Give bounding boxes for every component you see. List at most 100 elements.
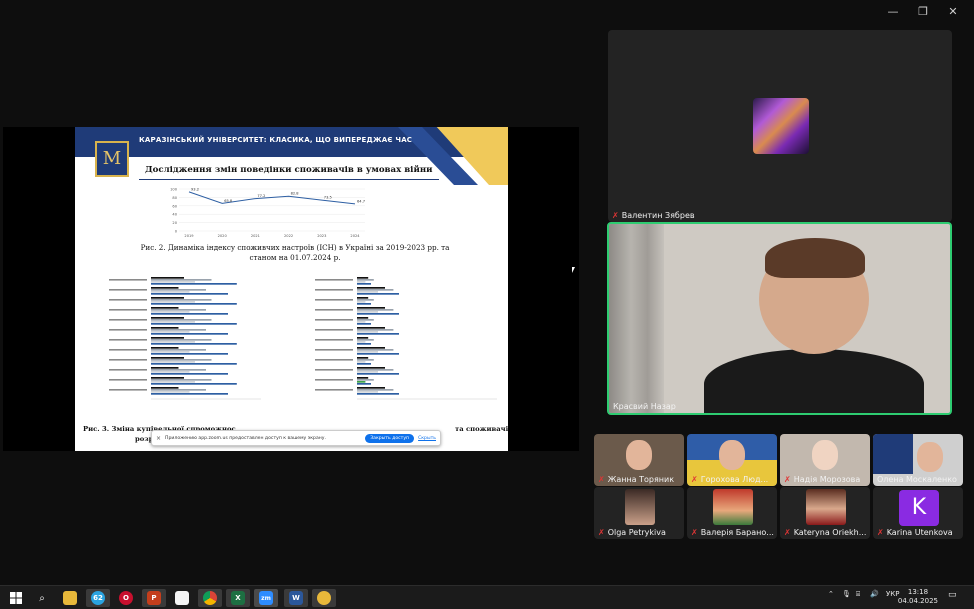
participant-face [719,440,745,470]
participant-tile[interactable]: Олена Москаленко [873,434,963,486]
row-label-placeholder [109,369,147,371]
bar-mark [151,277,184,279]
participant-name: Karina Utenkova [886,528,953,537]
row-label-placeholder [109,339,147,341]
restore-icon[interactable]: ❐ [908,4,938,20]
participant-tile[interactable]: ✗ Kateryna Oriekh... [780,487,870,539]
row-label-placeholder [315,369,353,371]
active-speaker-tile[interactable]: Красвий Назар [607,222,952,415]
row-label-placeholder [315,319,353,321]
bar-mark [357,279,374,281]
bar-mark [151,371,190,373]
participant-tile[interactable]: ✗ Olga Petrykiva [594,487,684,539]
bar-mark [151,311,190,313]
bar-mark [151,343,237,345]
word-icon[interactable]: W [284,589,308,607]
participant-name-row: ✗ Надія Морозова [784,475,860,484]
participant-tile[interactable]: ✗ Жанна Торяник [594,434,684,486]
bar-mark [151,293,228,295]
bar-mark [357,341,366,343]
data-label: 82.8 [291,192,300,196]
system-clock[interactable]: 13:18 04.04.2025 [898,588,938,606]
bar-mark [357,299,374,301]
opera-icon[interactable]: O [114,589,138,607]
y-tick-label: 20 [172,221,177,225]
close-icon[interactable]: ✕ [938,4,968,20]
bar-mark [357,339,374,341]
telegram-icon[interactable]: 62 [86,589,110,607]
network-icon[interactable]: ⌸ [856,590,860,599]
bar-mark [151,337,184,339]
bar-mark [151,373,228,375]
bar-mark [151,389,206,391]
tray-chevron-icon[interactable]: ⌃ [828,590,834,598]
participant-avatar [713,489,753,525]
bar-mark [357,353,399,355]
bar-mark [151,383,237,385]
bar-mark [151,387,179,389]
chrome-icon[interactable] [198,589,222,607]
bar-mark [357,367,385,369]
bar-mark [151,347,179,349]
participant-tile[interactable]: ✗ Валерія Барано... [687,487,777,539]
participant-avatar [753,98,809,154]
bar-mark [357,317,369,319]
zoom-meeting-window: — ❐ ✕ КАРАЗІНСЬКИЙ УНІВЕРСИТЕТ: КЛАСИКА,… [0,0,974,609]
bar-mark [151,323,237,325]
participant-avatar [625,489,655,525]
microphone-icon[interactable]: 🎙 [842,590,851,598]
participant-name: Olga Petrykiva [607,528,666,537]
bar-mark [151,327,179,329]
bar-mark [151,361,195,363]
app-icon[interactable] [312,589,336,607]
x-tick-label: 2019 [184,234,194,238]
excel-icon[interactable]: X [226,589,250,607]
mic-muted-icon: ✗ [598,528,605,537]
fig2-caption: Рис. 2. Динаміка індексу споживчих настр… [140,243,450,262]
y-tick-label: 40 [172,213,177,217]
row-label-placeholder [315,289,353,291]
bar-mark [151,339,212,341]
bar-mark [151,317,184,319]
row-label-placeholder [315,389,353,391]
bar-mark [151,391,190,393]
hide-notification-link[interactable]: Скрыть [418,436,436,441]
powerpoint-icon[interactable]: P [142,589,166,607]
participant-tile[interactable]: ✗ Горохова Люд... [687,434,777,486]
bar-mark [357,377,369,379]
title-divider [139,179,439,180]
right-chart-rows [315,277,497,400]
row-label-placeholder [109,349,147,351]
zoom-icon[interactable]: zm [254,589,278,607]
participant-tile[interactable]: K ✗ Karina Utenkova [873,487,963,539]
shared-screen[interactable]: КАРАЗІНСЬКИЙ УНІВЕРСИТЕТ: КЛАСИКА, ЩО ВИ… [3,127,579,451]
participant-name-row: ✗ Валерія Барано... [691,528,774,537]
participant-name-row: Красвий Назар [613,402,676,411]
row-label-placeholder [109,379,147,381]
row-label-placeholder [315,329,353,331]
notifications-icon[interactable]: ▭ [948,590,957,600]
search-icon[interactable]: ⌕ [30,589,54,607]
participant-tile[interactable]: ✗ Надія Морозова [780,434,870,486]
video-person-hair [765,238,865,278]
participant-tile-top[interactable]: ✗ Валентин Зябрев [608,30,952,222]
minimize-icon[interactable]: — [878,4,908,20]
bar-mark [357,329,394,331]
notification-close-icon[interactable]: × [156,435,161,442]
y-tick-label: 60 [172,204,177,208]
document-icon[interactable] [170,589,194,607]
participant-name: Красвий Назар [613,402,676,411]
bar-mark [357,359,374,361]
volume-icon[interactable]: 🔊 [870,590,879,598]
bar-mark [151,303,237,305]
bar-mark [357,373,399,375]
file-explorer-icon[interactable] [58,589,82,607]
bar-mark [151,289,206,291]
stop-sharing-button[interactable]: Закрыть доступ [365,433,415,443]
bar-mark [151,357,184,359]
windows-start-icon[interactable] [4,589,28,607]
participant-name: Олена Москаленко [877,475,957,484]
bar-mark [357,319,374,321]
row-label-placeholder [315,339,353,341]
telegram-badge: 62 [91,591,105,605]
